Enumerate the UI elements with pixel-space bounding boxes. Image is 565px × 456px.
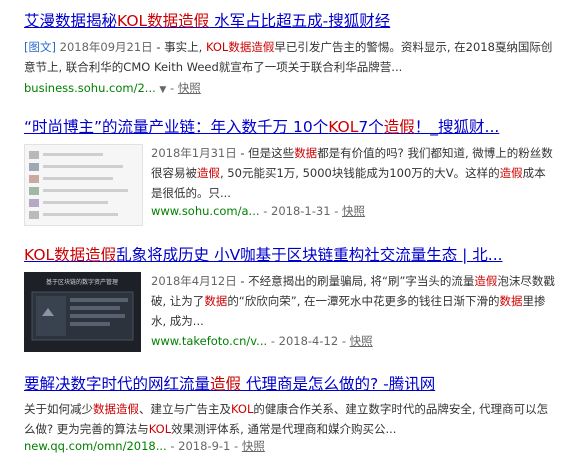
title-part: 水军占比超五成-搜狐财经 [209,12,391,30]
result-1-abstract: [图文] 2018年09月21日 - 事实上, KOL数据造假早已引发广告主的警… [24,37,554,77]
separator: - [170,81,175,95]
snapshot-link[interactable]: 快照 [242,439,265,453]
separator: - [263,204,268,218]
abstract-part: - 事实上, [152,40,206,54]
abstract-highlight: 造假 [197,166,220,180]
abstract-part: 、建立与广告主及 [139,402,231,416]
result-4-abstract: 关于如何减少数据造假、建立与广告主及KOL的健康合作关系、建立数字时代的品牌安全… [24,399,554,439]
abstract-part: , 50元能买1万, 5000块钱能成为100万的大V。这样的 [220,166,500,180]
result-date: 2018年09月21日 [59,40,153,54]
separator: - [234,439,239,453]
abstract-part: 关于如何减少 [24,402,93,416]
title-highlight: KOL数据造假 [117,12,210,30]
result-url[interactable]: business.sohu.com/2... [24,81,156,95]
title-part: 7个 [358,118,384,136]
snapshot-link[interactable]: 快照 [342,204,365,218]
title-highlight: KOL [328,118,359,136]
title-part: 乱象将成历史 小V咖基于区块链重构社交流量生态 | 北... [116,246,503,264]
title-part: “时尚博主”的流量产业链：年入数千万 10个 [24,118,329,136]
separator: - [170,439,175,453]
title-part: ！_搜狐财... [414,118,500,136]
separator: - [270,334,275,348]
result-2-abstract: 2018年1月31日 - 但是这些数据都是有价值的吗? 我们都知道, 微博上的粉… [151,143,555,203]
result-2-title[interactable]: “时尚博主”的流量产业链：年入数千万 10个KOL7个造假！_搜狐财... [24,117,499,137]
abstract-highlight: KOL数据造假 [205,40,275,54]
result-3-thumbnail[interactable]: 基于区块链的数字资产管理 [24,272,141,352]
abstract-part: - 但是这些 [236,146,295,160]
result-url[interactable]: www.sohu.com/a... [151,204,260,218]
result-date: 2018年4月12日 [151,274,237,288]
separator: - [334,204,339,218]
abstract-part: 效果测评体系, 通常是代理商和媒介购买公... [171,422,397,436]
abstract-part: - 不经意揭出的刷量骗局, 将“刷”字当头的流量 [236,274,475,288]
title-part: 艾漫数据揭秘 [24,12,118,30]
abstract-highlight: KOL [148,422,172,436]
thumb-caption: 基于区块链的数字资产管理 [46,278,118,286]
result-url[interactable]: new.qq.com/omn/2018... [24,439,167,453]
abstract-highlight: 数据 [499,294,523,308]
result-short-date: 2018-9-1 [178,439,231,453]
social-feed-screenshot-icon [25,145,142,225]
title-highlight: 造假 [210,375,242,393]
separator: - [341,334,346,348]
result-url[interactable]: www.takefoto.cn/v... [151,334,267,348]
dropdown-arrow-icon[interactable]: ▼ [159,85,166,95]
result-4-title[interactable]: 要解决数字时代的网红流量造假 代理商是怎么做的? -腾讯网 [24,374,435,394]
abstract-highlight: 造假 [474,274,498,288]
snapshot-link[interactable]: 快照 [350,334,373,348]
result-3-meta: www.takefoto.cn/v... - 2018-4-12 - 快照 [151,333,373,349]
abstract-highlight: KOL [231,402,254,416]
result-short-date: 2018-4-12 [278,334,339,348]
result-date: 2018年1月31日 [151,146,237,160]
image-text-tag[interactable]: [图文] [24,40,56,54]
abstract-part: 的“欣欣向荣”, 在一潭死水中花更多的钱往日渐下滑的 [227,294,500,308]
result-3-title[interactable]: KOL数据造假乱象将成历史 小V咖基于区块链重构社交流量生态 | 北... [24,245,503,265]
blockchain-dashboard-image: 基于区块链的数字资产管理 [24,272,141,352]
result-2-meta: www.sohu.com/a... - 2018-1-31 - 快照 [151,203,365,219]
abstract-highlight: 造假 [499,166,523,180]
title-highlight: 造假 [383,118,415,136]
result-4-meta: new.qq.com/omn/2018... - 2018-9-1 - 快照 [24,438,265,454]
result-2-thumbnail[interactable] [24,144,143,226]
title-part: 要解决数字时代的网红流量 [24,375,211,393]
title-highlight: KOL数据造假 [24,246,117,264]
result-3-abstract: 2018年4月12日 - 不经意揭出的刷量骗局, 将“刷”字当头的流量造假泡沫尽… [151,271,555,331]
abstract-highlight: 数据 [204,294,228,308]
abstract-highlight: 数据 [294,146,318,160]
snapshot-link[interactable]: 快照 [178,81,201,95]
title-part: 代理商是怎么做的? -腾讯网 [241,375,436,393]
abstract-highlight: 数据造假 [93,402,139,416]
result-1-meta: business.sohu.com/2... ▼ - 快照 [24,80,201,98]
result-1-title[interactable]: 艾漫数据揭秘KOL数据造假 水军占比超五成-搜狐财经 [24,11,390,31]
result-short-date: 2018-1-31 [271,204,331,218]
